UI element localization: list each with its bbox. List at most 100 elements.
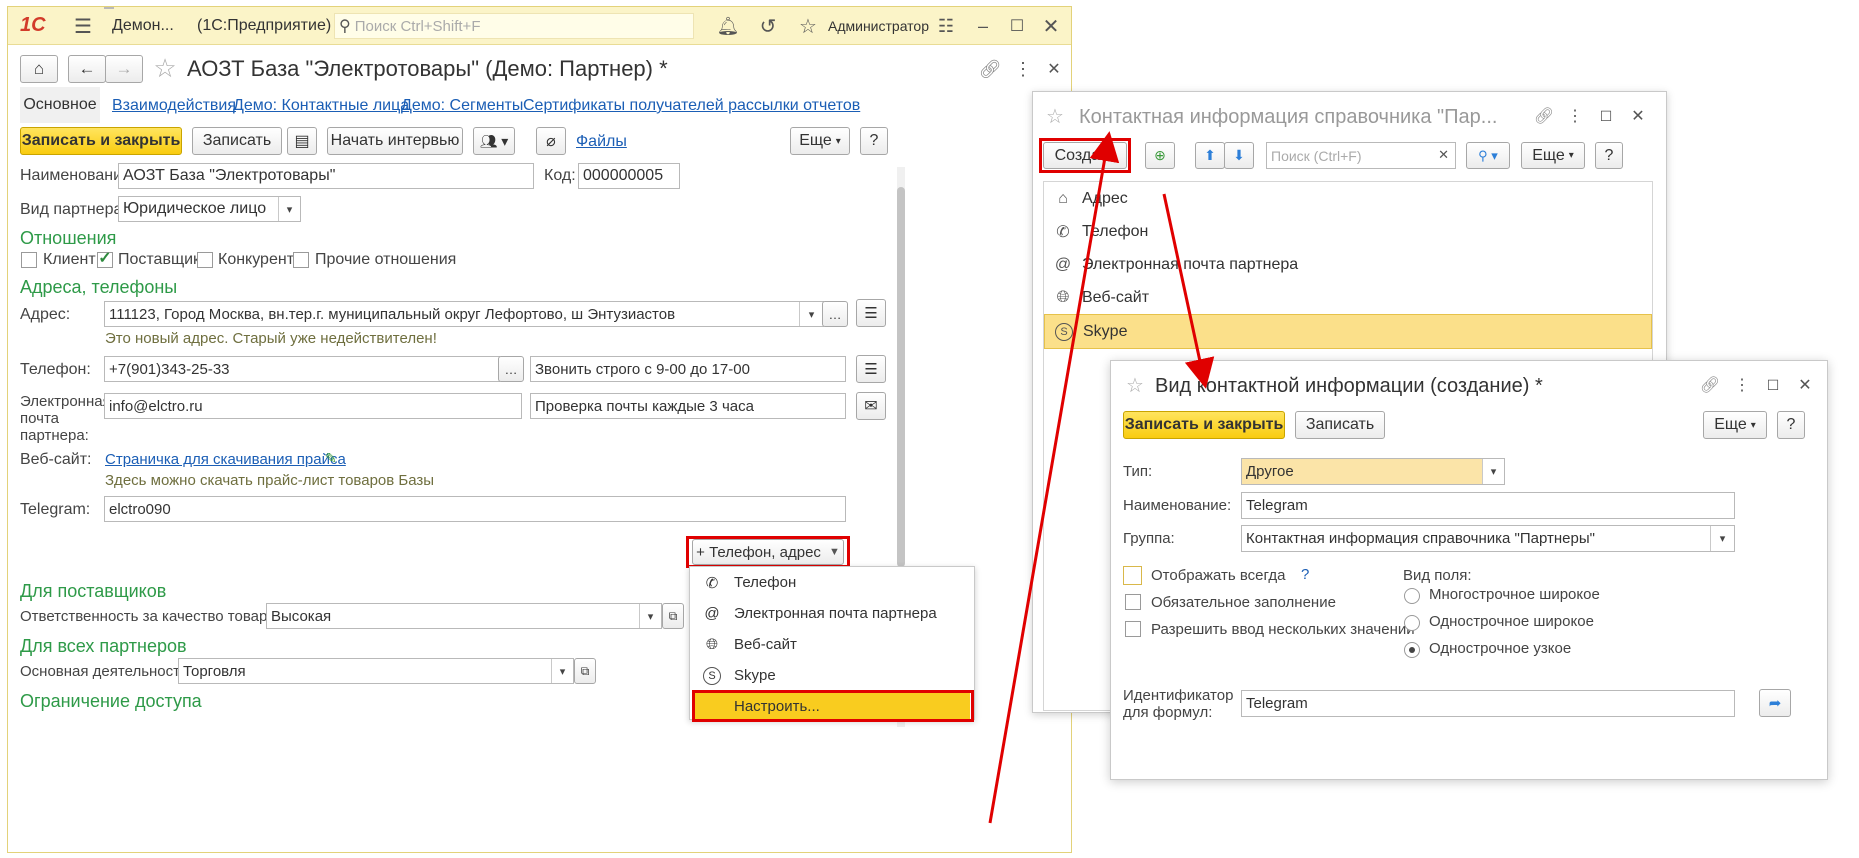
radio-singleline-narrow[interactable] (1404, 642, 1420, 658)
tab-certificates[interactable]: Сертификаты получателей рассылки отчетов (523, 97, 860, 115)
tab-segments[interactable]: Демо: Сегменты (401, 97, 523, 115)
link-icon[interactable]: 🔗︎ (1699, 374, 1721, 396)
save-button[interactable]: Записать (192, 127, 282, 155)
kind-save-button[interactable]: Записать (1295, 411, 1385, 439)
clear-icon[interactable]: ✕ (1438, 147, 1449, 163)
scrollbar-thumb[interactable] (897, 187, 905, 567)
list-item[interactable]: ⌂ Адрес (1044, 182, 1652, 215)
history-icon[interactable]: ↺ (756, 14, 780, 38)
open-icon[interactable]: ⧉ (662, 603, 684, 629)
more-vert-icon[interactable]: ⋮ (1734, 374, 1750, 396)
phone-comment-icon[interactable]: ☰ (856, 355, 886, 383)
list-help-button[interactable]: ? (1595, 142, 1623, 169)
maximize-icon[interactable]: ☐ (1005, 14, 1029, 38)
tab-interactions[interactable]: Взаимодействия (112, 97, 236, 115)
list-item[interactable]: 🌐︎ Веб-сайт (1044, 281, 1652, 314)
address-field[interactable] (104, 7, 114, 9)
minimize-icon[interactable]: – (971, 14, 995, 38)
menu-item-phone[interactable]: ✆ Телефон (690, 567, 974, 598)
kind-help-button[interactable]: ? (1777, 411, 1805, 439)
id-field[interactable]: Telegram (1241, 690, 1735, 717)
menu-item-website[interactable]: 🌐︎ Веб-сайт (690, 629, 974, 660)
partner-type-select[interactable]: Юридическое лицо ▾ (118, 196, 301, 222)
address-comment-icon[interactable]: ☰ (856, 299, 886, 327)
link-icon[interactable]: 🔗︎ (978, 57, 1002, 81)
phone-comment-field[interactable]: Звонить строго с 9-00 до 17-00 (530, 356, 846, 382)
star-icon[interactable]: ☆ (1123, 373, 1147, 397)
email-field[interactable]: info@elctro.ru (104, 393, 522, 419)
menu-item-skype[interactable]: S Skype (690, 660, 974, 691)
chevron-down-icon[interactable]: ▾ (799, 302, 823, 326)
supplier-checkbox[interactable]: ✓ (97, 250, 113, 268)
tab-main[interactable]: Основное (20, 87, 100, 123)
forward-button[interactable]: → (105, 55, 143, 83)
list-more-button[interactable]: Еще ▾ (1521, 142, 1585, 169)
link-icon[interactable]: 🔗︎ (1533, 105, 1555, 127)
code-field[interactable]: 000000005 (578, 163, 680, 189)
help-mark[interactable]: ? (1301, 566, 1309, 583)
back-button[interactable]: ← (68, 55, 106, 83)
maximize-icon[interactable]: ☐ (1597, 105, 1615, 127)
kind-name-field[interactable]: Telegram (1241, 492, 1735, 519)
website-link[interactable]: Страничка для скачивания прайса (105, 451, 346, 468)
list-search-input[interactable]: Поиск (Ctrl+F) ✕ (1266, 142, 1456, 169)
close-icon[interactable]: ✕ (1629, 105, 1647, 127)
chevron-down-icon[interactable]: ▾ (1710, 526, 1734, 551)
radio-singleline-wide[interactable] (1404, 615, 1420, 631)
help-button[interactable]: ? (860, 127, 888, 155)
copy-icon[interactable]: ⊕ (1145, 142, 1175, 169)
form-close-icon[interactable]: ✕ (1044, 57, 1064, 81)
phone-select-button[interactable]: … (498, 356, 524, 382)
attach-icon[interactable]: ⌀ (536, 127, 566, 155)
address-select-button[interactable]: … (822, 301, 848, 327)
multiple-values-checkbox[interactable] (1125, 621, 1141, 637)
client-checkbox[interactable] (21, 252, 37, 268)
email-comment-field[interactable]: Проверка почты каждые 3 часа (530, 393, 846, 419)
more-button[interactable]: Еще ▾ (790, 127, 850, 155)
maximize-icon[interactable]: ☐ (1764, 374, 1782, 396)
settings-icon[interactable]: ☷ (934, 14, 958, 38)
search-options-button[interactable]: ⚲ ▾ (1466, 142, 1510, 169)
files-link[interactable]: Файлы (576, 133, 627, 151)
close-icon[interactable]: ✕ (1039, 14, 1063, 38)
more-vert-icon[interactable]: ⋮ (1013, 57, 1033, 81)
save-close-button[interactable]: Записать и закрыть (20, 127, 182, 155)
tab-contacts[interactable]: Демо: Контактные лица (233, 97, 409, 115)
menu-icon[interactable]: ☰ (70, 15, 96, 38)
user-name[interactable]: Администратор (828, 18, 929, 34)
other-relations-checkbox[interactable] (293, 252, 309, 268)
chevron-down-icon[interactable]: ▾ (639, 604, 661, 628)
fill-id-icon[interactable]: ➦ (1759, 689, 1791, 717)
more-vert-icon[interactable]: ⋮ (1567, 105, 1583, 127)
report-icon[interactable]: ▤ (287, 127, 317, 155)
kind-save-close-button[interactable]: Записать и закрыть (1123, 411, 1285, 439)
menu-item-email[interactable]: @ Электронная почта партнера (690, 598, 974, 629)
star-icon[interactable]: ☆ (1043, 104, 1067, 128)
start-interview-button[interactable]: Начать интервью (327, 127, 463, 155)
pencil-icon[interactable]: ✎ (322, 449, 340, 467)
open-icon[interactable]: ⧉ (574, 658, 596, 684)
favorites-icon[interactable]: ☆ (796, 14, 820, 38)
type-select[interactable]: Другое ▾ (1241, 458, 1505, 485)
global-search[interactable]: ⚲ Поиск Ctrl+Shift+F (334, 13, 694, 39)
move-up-icon[interactable]: ⬆ (1195, 142, 1225, 169)
users-dropdown-button[interactable]: 👥︎ ▾ (473, 127, 515, 155)
show-always-checkbox[interactable] (1123, 566, 1142, 585)
name-field[interactable]: АОЗТ База "Электротовары" (118, 163, 534, 189)
telegram-field[interactable]: elctro090 (104, 496, 846, 522)
mail-icon[interactable]: ✉ (856, 392, 886, 420)
close-icon[interactable]: ✕ (1796, 374, 1814, 396)
chevron-down-icon[interactable]: ▾ (551, 659, 573, 683)
address-input[interactable]: 111123, Город Москва, вн.тер.г. муниципа… (104, 301, 824, 327)
list-item[interactable]: ✆ Телефон (1044, 215, 1652, 248)
radio-multiline-wide[interactable] (1404, 588, 1420, 604)
move-down-icon[interactable]: ⬇ (1224, 142, 1254, 169)
activity-select[interactable]: Торговля ▾ (178, 658, 574, 684)
quality-select[interactable]: Высокая ▾ (266, 603, 662, 629)
list-item[interactable]: @ Электронная почта партнера (1044, 248, 1652, 281)
required-checkbox[interactable] (1125, 594, 1141, 610)
list-item-selected[interactable]: S Skype (1044, 314, 1652, 349)
group-select[interactable]: Контактная информация справочника "Партн… (1241, 525, 1735, 552)
home-button[interactable]: ⌂ (20, 55, 58, 83)
bell-icon[interactable]: 🔔︎ (716, 14, 740, 38)
